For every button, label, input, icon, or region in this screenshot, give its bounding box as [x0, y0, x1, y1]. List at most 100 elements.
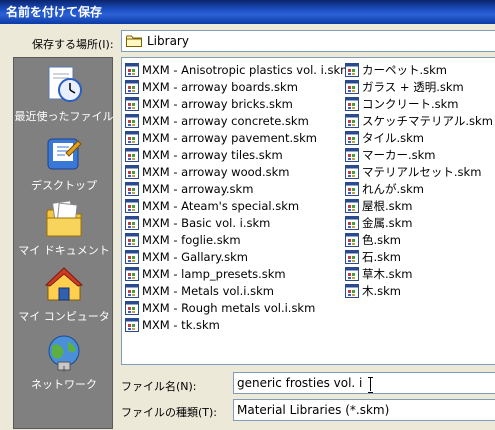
- file-item[interactable]: MXM - arroway pavement.skm: [125, 129, 351, 146]
- skm-file-icon: [345, 147, 359, 162]
- file-type-label: ファイルの種類(T):: [121, 406, 218, 419]
- my-documents-icon: [44, 198, 84, 240]
- skm-file-icon: [345, 62, 359, 77]
- file-item[interactable]: MXM - arroway bricks.skm: [125, 95, 351, 112]
- file-item-label: 石.skm: [362, 249, 402, 264]
- file-item-label: 色.skm: [362, 232, 402, 247]
- skm-file-icon: [125, 62, 139, 77]
- skm-file-icon: [125, 232, 139, 247]
- skm-file-icon: [345, 79, 359, 94]
- file-item-label: MXM - tk.skm: [142, 317, 220, 332]
- file-item[interactable]: カーペット.skm: [345, 61, 493, 78]
- file-type-value: Material Libraries (*.skm): [237, 403, 390, 417]
- skm-file-icon: [345, 232, 359, 247]
- dialog-title: 名前を付けて保存: [0, 0, 495, 24]
- place-label-my-computer: マイ コンピュータ: [18, 310, 110, 323]
- file-type-dropdown[interactable]: Material Libraries (*.skm): [233, 399, 495, 421]
- skm-file-icon: [125, 113, 139, 128]
- file-item[interactable]: MXM - arroway.skm: [125, 180, 351, 197]
- file-item[interactable]: MXM - lamp_presets.skm: [125, 265, 351, 282]
- file-item[interactable]: MXM - Basic vol. i.skm: [125, 214, 351, 231]
- file-item[interactable]: 金属.skm: [345, 214, 493, 231]
- file-item[interactable]: ガラス + 透明.skm: [345, 78, 493, 95]
- file-item[interactable]: MXM - arroway concrete.skm: [125, 112, 351, 129]
- skm-file-icon: [125, 130, 139, 145]
- skm-file-icon: [125, 147, 139, 162]
- my-computer-icon: [44, 264, 84, 306]
- skm-file-icon: [345, 181, 359, 196]
- skm-file-icon: [125, 164, 139, 179]
- file-item[interactable]: 屋根.skm: [345, 197, 493, 214]
- place-my-computer[interactable]: マイ コンピュータ: [14, 264, 114, 324]
- file-item-label: 屋根.skm: [362, 198, 413, 213]
- save-in-dropdown[interactable]: Library: [121, 30, 495, 52]
- file-item-label: MXM - arroway tiles.skm: [142, 147, 283, 162]
- file-item[interactable]: タイル.skm: [345, 129, 493, 146]
- places-bar: 最近使ったファイル デスクトップ マイ ドキュメント マイ コンピュータ ネット…: [13, 57, 114, 429]
- file-item[interactable]: MXM - tk.skm: [125, 316, 351, 333]
- place-label-desktop: デスクトップ: [31, 179, 97, 192]
- file-item-label: コンクリート.skm: [362, 96, 459, 111]
- skm-file-icon: [125, 181, 139, 196]
- file-item-label: 木.skm: [362, 283, 402, 298]
- place-label-recent: 最近使ったファイル: [14, 110, 114, 123]
- skm-file-icon: [125, 317, 139, 332]
- skm-file-icon: [345, 130, 359, 145]
- skm-file-icon: [125, 215, 139, 230]
- place-network[interactable]: ネットワーク: [14, 332, 114, 392]
- file-item[interactable]: コンクリート.skm: [345, 95, 493, 112]
- file-item[interactable]: MXM - Rough metals vol.i.skm: [125, 299, 351, 316]
- file-item-label: MXM - arroway wood.skm: [142, 164, 290, 179]
- file-item[interactable]: マーカー.skm: [345, 146, 493, 163]
- file-item[interactable]: 石.skm: [345, 248, 493, 265]
- file-item[interactable]: MXM - arroway tiles.skm: [125, 146, 351, 163]
- desktop-icon: [44, 133, 84, 175]
- file-column-1: MXM - Anisotropic plastics vol. i.skm MXM…: [125, 61, 351, 333]
- skm-file-icon: [345, 249, 359, 264]
- file-item[interactable]: MXM - Ateam's special.skm: [125, 197, 351, 214]
- file-item[interactable]: MXM - Anisotropic plastics vol. i.skm: [125, 61, 351, 78]
- skm-file-icon: [125, 198, 139, 213]
- file-item-label: MXM - arroway concrete.skm: [142, 113, 309, 128]
- file-item[interactable]: MXM - arroway boards.skm: [125, 78, 351, 95]
- file-item[interactable]: 草木.skm: [345, 265, 493, 282]
- file-item[interactable]: MXM - arroway wood.skm: [125, 163, 351, 180]
- file-item-label: MXM - Basic vol. i.skm: [142, 215, 271, 230]
- file-item-label: MXM - arroway bricks.skm: [142, 96, 293, 111]
- recent-documents-icon: [44, 64, 84, 106]
- file-item-label: タイル.skm: [362, 130, 425, 145]
- file-item-label: MXM - foglie.skm: [142, 232, 241, 247]
- skm-file-icon: [345, 198, 359, 213]
- skm-file-icon: [125, 96, 139, 111]
- file-item[interactable]: MXM - Metals vol.i.skm: [125, 282, 351, 299]
- network-icon: [44, 332, 84, 374]
- place-label-network: ネットワーク: [31, 378, 97, 391]
- file-item-label: マテリアルセット.skm: [362, 164, 482, 179]
- place-label-my-documents: マイ ドキュメント: [18, 244, 110, 257]
- file-item-label: マーカー.skm: [362, 147, 436, 162]
- file-item-label: MXM - Rough metals vol.i.skm: [142, 300, 316, 315]
- file-item-label: カーペット.skm: [362, 62, 448, 77]
- file-item[interactable]: MXM - foglie.skm: [125, 231, 351, 248]
- file-list[interactable]: MXM - Anisotropic plastics vol. i.skm MXM…: [121, 57, 495, 365]
- file-item[interactable]: スケッチマテリアル.skm: [345, 112, 493, 129]
- file-item[interactable]: マテリアルセット.skm: [345, 163, 493, 180]
- file-item-label: MXM - Ateam's special.skm: [142, 198, 300, 213]
- place-my-documents[interactable]: マイ ドキュメント: [14, 198, 114, 258]
- place-recent[interactable]: 最近使ったファイル: [14, 64, 114, 124]
- skm-file-icon: [125, 283, 139, 298]
- save-in-label: 保存する場所(I):: [32, 38, 114, 51]
- file-item[interactable]: れんが.skm: [345, 180, 493, 197]
- file-name-input[interactable]: generic frosties vol. i: [233, 372, 495, 394]
- file-item[interactable]: 色.skm: [345, 231, 493, 248]
- file-item-label: MXM - arroway pavement.skm: [142, 130, 317, 145]
- place-desktop[interactable]: デスクトップ: [14, 133, 114, 193]
- skm-file-icon: [345, 96, 359, 111]
- text-cursor-icon: [368, 376, 374, 393]
- file-name-label: ファイル名(N):: [121, 380, 197, 393]
- file-item-label: ガラス + 透明.skm: [362, 79, 464, 94]
- file-item-label: MXM - arroway boards.skm: [142, 79, 298, 94]
- skm-file-icon: [125, 79, 139, 94]
- file-item[interactable]: 木.skm: [345, 282, 493, 299]
- file-item[interactable]: MXM - Gallary.skm: [125, 248, 351, 265]
